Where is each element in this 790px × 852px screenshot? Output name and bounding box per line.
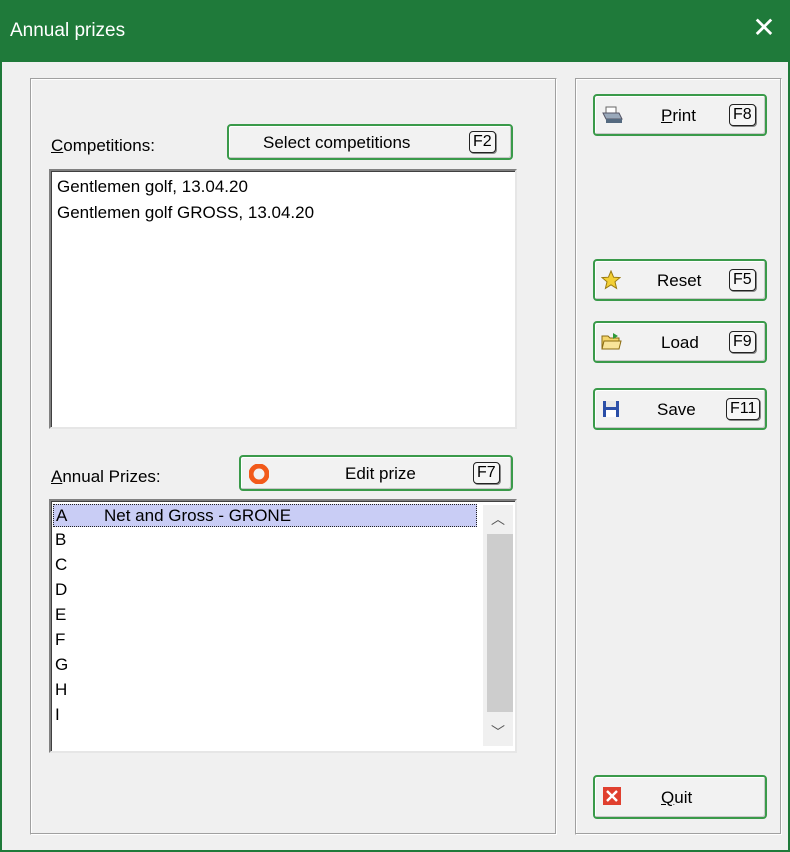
save-label: Save (657, 400, 696, 419)
folder-open-icon (601, 333, 622, 350)
prize-row-h[interactable]: H (53, 679, 477, 702)
competition-item[interactable]: Gentlemen golf GROSS, 13.04.20 (57, 203, 314, 223)
annual-prizes-list[interactable]: A Net and Gross - GRONE B C D E F G H I … (49, 499, 517, 753)
prize-row-c[interactable]: C (53, 554, 477, 577)
annual-prizes-window: Annual prizes ✕ Competitions: Select com… (0, 0, 790, 852)
lifebuoy-icon (249, 464, 269, 484)
load-button[interactable]: Load F9 (593, 321, 767, 363)
close-red-icon (603, 787, 621, 805)
select-competitions-label: Select competitions (263, 133, 411, 152)
prize-row-e[interactable]: E (53, 604, 477, 627)
reset-button[interactable]: Reset F5 (593, 259, 767, 301)
title-bar: Annual prizes ✕ (0, 0, 790, 62)
competitions-label: Competitions: (51, 136, 155, 155)
f2-key-badge: F2 (469, 131, 496, 153)
window-title: Annual prizes (10, 20, 126, 41)
star-icon (601, 270, 621, 290)
annual-prizes-label: Annual Prizes: (51, 467, 161, 486)
scroll-down-icon[interactable]: ﹀ (483, 720, 513, 744)
f8-key-badge: F8 (729, 104, 756, 126)
f5-key-badge: F5 (729, 269, 756, 291)
quit-label: Quit (661, 788, 693, 807)
competitions-list[interactable]: Gentlemen golf, 13.04.20 Gentlemen golf … (49, 169, 517, 429)
select-competitions-button[interactable]: Select competitions F2 (227, 124, 513, 160)
competition-item[interactable]: Gentlemen golf, 13.04.20 (57, 177, 248, 197)
quit-button[interactable]: Quit (593, 775, 767, 819)
right-panel: Print F8 Reset F5 Load F9 Save F11 Quit (575, 78, 782, 835)
prize-row-d[interactable]: D (53, 579, 477, 602)
prizes-scrollbar[interactable]: ︿ ﹀ (483, 505, 513, 746)
f11-key-badge: F11 (726, 398, 761, 420)
load-label: Load (661, 333, 699, 352)
window-client: Competitions: Select competitions F2 Gen… (2, 62, 788, 850)
prize-row-i[interactable]: I (53, 704, 477, 727)
scroll-thumb[interactable] (487, 534, 513, 712)
prize-row-g[interactable]: G (53, 654, 477, 677)
left-panel: Competitions: Select competitions F2 Gen… (30, 78, 557, 835)
save-button[interactable]: Save F11 (593, 388, 767, 430)
f9-key-badge: F9 (729, 331, 756, 353)
scroll-up-icon[interactable]: ︿ (483, 507, 513, 531)
prize-row-b[interactable]: B (53, 529, 477, 552)
close-icon[interactable]: ✕ (750, 14, 778, 42)
prize-row-f[interactable]: F (53, 629, 477, 652)
edit-prize-button[interactable]: Edit prize F7 (239, 455, 513, 491)
reset-label: Reset (657, 271, 702, 290)
f7-key-badge: F7 (473, 462, 500, 484)
printer-icon (602, 106, 623, 123)
print-button[interactable]: Print F8 (593, 94, 767, 136)
edit-prize-label: Edit prize (345, 464, 416, 483)
print-label: Print (661, 106, 696, 125)
floppy-disk-icon (603, 401, 619, 417)
prize-row-a[interactable]: A Net and Gross - GRONE (53, 504, 477, 527)
